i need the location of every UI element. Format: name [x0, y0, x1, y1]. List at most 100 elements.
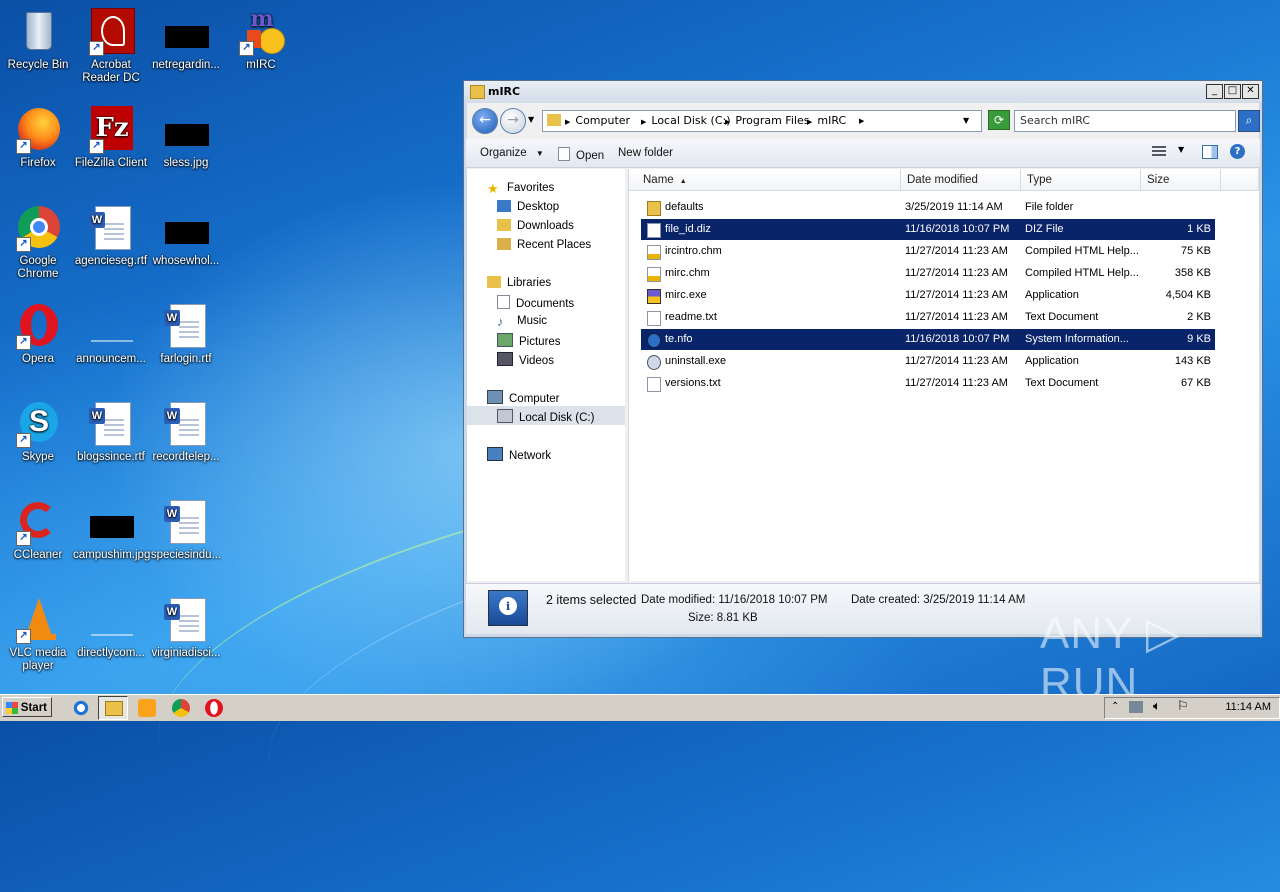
organize-button[interactable]: Organize ▼ — [480, 147, 544, 159]
search-icon[interactable]: ⌕ — [1238, 110, 1260, 132]
close-button[interactable]: ✕ — [1242, 84, 1259, 99]
breadcrumb-program-files[interactable]: ▶ Program Files — [725, 114, 809, 127]
opera-icon[interactable] — [205, 699, 223, 717]
nav-desktop[interactable]: Desktop — [497, 200, 559, 213]
maximize-button[interactable]: □ — [1224, 84, 1241, 99]
address-dropdown-icon[interactable]: ▼ — [963, 116, 969, 125]
image-thumbnail-icon — [87, 498, 135, 546]
computer-icon — [487, 390, 503, 404]
file-date: 11/27/2014 11:23 AM — [905, 245, 1008, 257]
sort-ascending-icon: ▲ — [679, 178, 687, 185]
file-row[interactable]: ircintro.chm 11/27/2014 11:23 AM Compiled … — [641, 241, 1215, 262]
action-center-flag-icon[interactable]: ⚐ — [1177, 699, 1189, 714]
desktop-icon-recycle-bin[interactable]: Recycle Bin — [0, 8, 76, 72]
nav-favorites[interactable]: ★ Favorites — [487, 181, 554, 196]
breadcrumb-chevron-icon[interactable]: ▶ — [859, 117, 864, 125]
file-row[interactable]: uninstall.exe 11/27/2014 11:23 AM Applicat… — [641, 351, 1215, 372]
desktop-icon-acrobat[interactable]: ↗ Acrobat Reader DC — [73, 8, 149, 85]
desktop-icon-ccleaner[interactable]: ↗ CCleaner — [0, 498, 76, 562]
column-header-type[interactable]: Type — [1021, 169, 1141, 191]
column-header-name[interactable]: Name ▲ — [629, 169, 901, 191]
desktop-icon-firefox[interactable]: ↗ Firefox — [0, 106, 76, 170]
desktop-icon-agencieseg[interactable]: W agencieseg.rtf — [73, 204, 149, 268]
nav-computer[interactable]: Computer — [487, 390, 560, 405]
volume-icon[interactable]: 🔈︎ — [1153, 699, 1161, 714]
file-type: System Information... — [1025, 333, 1129, 345]
chrome-icon[interactable] — [172, 699, 190, 717]
column-header-date[interactable]: Date modified — [901, 169, 1021, 191]
new-folder-button[interactable]: New folder — [618, 147, 673, 159]
desktop-icon-netregardin[interactable]: netregardin... — [148, 8, 224, 72]
desktop-icon-directlycom[interactable]: directlycom... — [73, 596, 149, 660]
minimize-button[interactable]: _ — [1206, 84, 1223, 99]
open-button[interactable]: Open — [558, 147, 604, 162]
nav-libraries[interactable]: Libraries — [487, 276, 551, 289]
desktop-icon-announcem[interactable]: announcem... — [73, 302, 149, 366]
window-titlebar[interactable]: mIRC _ □ ✕ — [464, 81, 1262, 103]
address-bar[interactable]: ▶ Computer ▶ Local Disk (C:) ▶ Program File… — [542, 110, 982, 132]
desktop-icon-campushim[interactable]: campushim.jpg — [73, 498, 150, 562]
desktop-icon-farlogin[interactable]: W farlogin.rtf — [148, 302, 224, 366]
file-row[interactable]: versions.txt 11/27/2014 11:23 AM Text Docu… — [641, 373, 1215, 394]
star-icon: ★ — [487, 181, 499, 196]
folder-icon — [647, 201, 661, 216]
file-size: 4,504 KB — [1165, 289, 1211, 301]
icon-label: blogssince.rtf — [77, 451, 145, 463]
file-date: 3/25/2019 11:14 AM — [905, 201, 1003, 213]
file-name: versions.txt — [665, 377, 721, 389]
nav-network[interactable]: Network — [487, 447, 551, 462]
nav-documents[interactable]: Documents — [497, 295, 574, 310]
view-dropdown-icon[interactable]: ▼ — [1178, 145, 1184, 154]
folder-icon — [470, 85, 485, 99]
desktop-icon-whosewhol[interactable]: whosewhol... — [148, 204, 224, 268]
breadcrumb-local-disk[interactable]: ▶ Local Disk (C:) — [641, 114, 731, 127]
file-date: 11/27/2014 11:23 AM — [905, 289, 1008, 301]
view-options-icon[interactable] — [1152, 146, 1166, 158]
start-button[interactable]: Start — [2, 697, 52, 717]
desktop-icon-opera[interactable]: ↗ Opera — [0, 302, 76, 366]
forward-button[interactable]: → — [500, 108, 526, 134]
desktop-icon-filezilla[interactable]: Fz ↗ FileZilla Client — [73, 106, 149, 170]
back-button[interactable]: ← — [472, 108, 498, 134]
network-tray-icon[interactable] — [1129, 701, 1143, 713]
media-player-icon[interactable] — [138, 699, 156, 717]
desktop-icon-mirc[interactable]: m ↗ mIRC — [223, 8, 299, 72]
desktop-icon-skype[interactable]: S ↗ Skype — [0, 400, 76, 464]
breadcrumb-computer[interactable]: ▶ Computer — [565, 114, 630, 127]
desktop-icon-speciesindu[interactable]: W speciesindu... — [148, 498, 224, 562]
internet-explorer-icon[interactable] — [72, 699, 90, 717]
file-row[interactable]: te.nfo 11/16/2018 10:07 PM System Informat… — [641, 329, 1215, 350]
file-row[interactable]: file_id.diz 11/16/2018 10:07 PM DIZ File 1 … — [641, 219, 1215, 240]
file-date: 11/27/2014 11:23 AM — [905, 267, 1008, 279]
file-row[interactable]: mirc.chm 11/27/2014 11:23 AM Compiled HTML… — [641, 263, 1215, 284]
nav-videos[interactable]: Videos — [497, 352, 554, 367]
nav-downloads[interactable]: Downloads — [497, 219, 574, 232]
refresh-icon[interactable]: ⟳ — [988, 110, 1010, 130]
nav-local-disk[interactable]: Local Disk (C:) — [497, 409, 594, 424]
file-row[interactable]: defaults 3/25/2019 11:14 AM File folder — [641, 197, 1215, 218]
details-date-modified: Date modified: 11/16/2018 10:07 PM — [641, 594, 828, 606]
taskbar-explorer-button[interactable] — [98, 696, 128, 720]
help-icon[interactable]: ? — [1230, 144, 1245, 159]
desktop-icon-chrome[interactable]: ↗ Google Chrome — [0, 204, 76, 281]
column-header-size[interactable]: Size — [1141, 169, 1221, 191]
nav-music[interactable]: ♪ Music — [497, 314, 547, 329]
desktop-icon-vlc[interactable]: ↗ VLC media player — [0, 596, 76, 673]
clock[interactable]: 11:14 AM — [1225, 701, 1271, 713]
show-hidden-icons-icon[interactable]: ⌃ — [1111, 701, 1119, 712]
icon-label: Recycle Bin — [7, 59, 69, 71]
search-input[interactable]: Search mIRC — [1014, 110, 1236, 132]
explorer-window[interactable]: mIRC _ □ ✕ ← → ▼ ▶ Computer ▶ Local Disk (… — [463, 80, 1263, 638]
preview-pane-icon[interactable] — [1202, 145, 1218, 159]
file-row[interactable]: mirc.exe 11/27/2014 11:23 AM Application 4,… — [641, 285, 1215, 306]
nav-pictures[interactable]: Pictures — [497, 333, 561, 348]
desktop-icon-recordtelep[interactable]: W recordtelep... — [148, 400, 224, 464]
desktop-icon-virginiadisci[interactable]: W virginiadisci... — [148, 596, 224, 660]
file-row[interactable]: readme.txt 11/27/2014 11:23 AM Text Docume… — [641, 307, 1215, 328]
recent-pages-chevron-icon[interactable]: ▼ — [528, 115, 534, 124]
desktop-icon-blogssince[interactable]: W blogssince.rtf — [73, 400, 149, 464]
downloads-icon — [497, 219, 511, 231]
breadcrumb-mirc[interactable]: ▶ mIRC — [807, 114, 846, 127]
nav-recent-places[interactable]: Recent Places — [497, 238, 591, 251]
desktop-icon-sless[interactable]: sless.jpg — [148, 106, 224, 170]
